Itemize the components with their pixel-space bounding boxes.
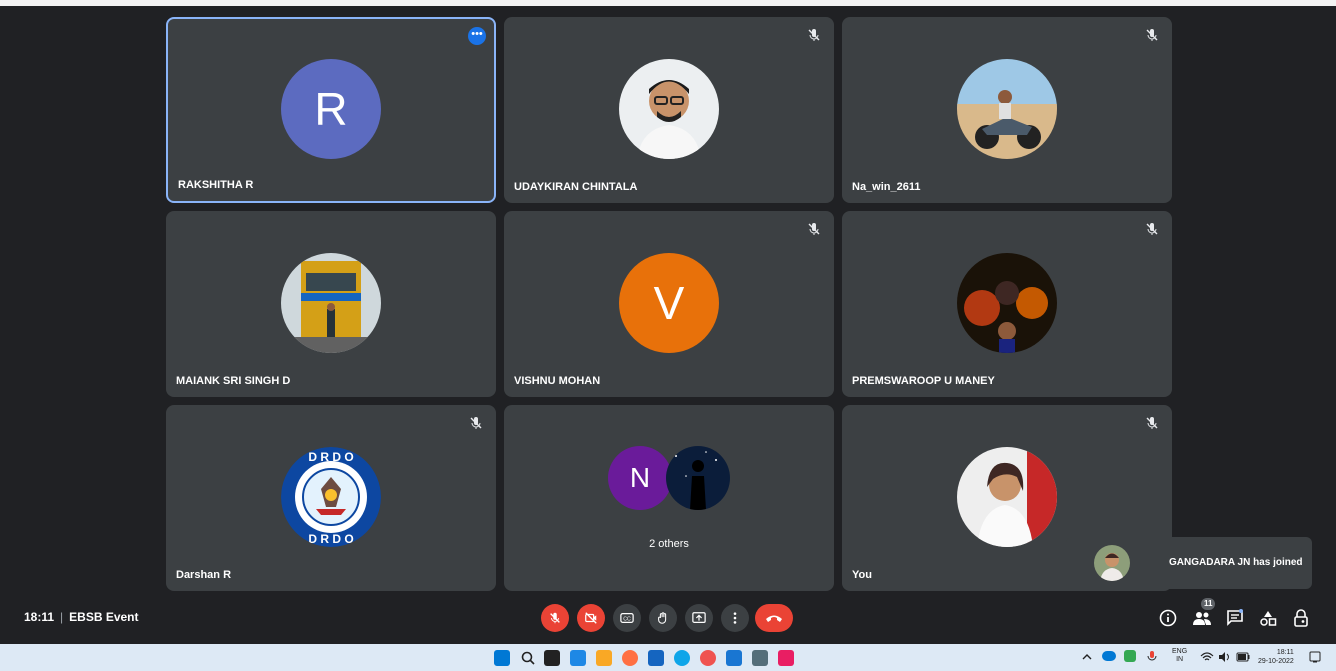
widgets-icon[interactable] (570, 650, 586, 666)
activities-icon (1260, 611, 1277, 626)
participant-name: VISHNU MOHAN (514, 375, 601, 387)
mic-icon[interactable] (1146, 650, 1158, 662)
windows-taskbar: ENG IN 18:11 29-10-2022 (0, 644, 1336, 671)
join-notification: GANGADARA JN has joined (1066, 537, 1312, 589)
participant-name: Na_win_2611 (852, 181, 921, 193)
phone-hangup-icon (766, 615, 782, 622)
chat-button[interactable] (1223, 606, 1247, 630)
avatar (619, 59, 719, 159)
activities-button[interactable] (1256, 606, 1280, 630)
participant-tile-premswaroop[interactable]: PREMSWAROOP U MANEY (842, 211, 1172, 397)
participant-name: Darshan R (176, 569, 232, 581)
chevron-up-icon[interactable] (1082, 652, 1092, 662)
people-icon (1193, 612, 1211, 625)
lock-person-icon (1294, 609, 1308, 627)
present-icon (692, 612, 706, 623)
avatar: R (281, 59, 381, 159)
battery-icon[interactable] (1236, 652, 1250, 662)
svg-text:D R D O: D R D O (308, 450, 353, 464)
participant-name: PREMSWAROOP U MANEY (852, 375, 995, 387)
avatar (281, 253, 381, 353)
meeting-time: 18:11 (24, 610, 55, 624)
separator: | (60, 610, 64, 624)
more-vertical-icon (733, 612, 737, 624)
word-icon[interactable] (726, 650, 742, 666)
info-icon (1159, 609, 1177, 627)
language-indicator[interactable]: ENG IN (1172, 648, 1187, 664)
participant-name: UDAYKIRAN CHINTALA (514, 181, 638, 193)
mic-off-icon (1146, 223, 1158, 235)
windows-start-icon[interactable] (494, 650, 510, 666)
calculator-icon[interactable] (752, 650, 768, 666)
svg-text:D R D O: D R D O (308, 532, 353, 546)
camera-off-icon (585, 612, 597, 624)
avatar (1094, 545, 1130, 581)
notifications-icon[interactable] (1308, 650, 1322, 664)
app-icon[interactable] (778, 650, 794, 666)
meeting-info: 18:11 | EBSB Event (24, 610, 139, 624)
participant-tile-udaykiran[interactable]: UDAYKIRAN CHINTALA (504, 17, 834, 203)
avatar (957, 447, 1057, 547)
people-button[interactable]: 11 (1190, 598, 1216, 630)
drdo-logo: D R D O D R D O (281, 447, 381, 547)
avatar: V (619, 253, 719, 353)
avatar: N (608, 446, 672, 510)
captions-button[interactable]: CC (613, 604, 641, 632)
meeting-control-bar: 18:11 | EBSB Event CC 11 (0, 594, 1336, 644)
participant-tile-na-win[interactable]: Na_win_2611 (842, 17, 1172, 203)
mic-off-icon (808, 29, 820, 41)
host-controls-button[interactable] (1289, 606, 1313, 630)
mic-off-icon (1146, 417, 1158, 429)
meeting-title: EBSB Event (69, 610, 139, 624)
chat-icon (1227, 609, 1243, 626)
participant-tile-darshan[interactable]: D R D O D R D O Darshan R (166, 405, 496, 591)
captions-icon: CC (620, 613, 634, 623)
mic-off-icon (550, 612, 560, 624)
participant-tile-vishnu[interactable]: V VISHNU MOHAN (504, 211, 834, 397)
join-message: GANGADARA JN has joined (1169, 557, 1303, 568)
participant-tile-maiank[interactable]: MAIANK SRI SINGH D (166, 211, 496, 397)
volume-icon[interactable] (1218, 651, 1232, 663)
avatar (666, 446, 730, 510)
present-button[interactable] (685, 604, 713, 632)
mic-off-icon (1146, 29, 1158, 41)
edge-icon[interactable] (674, 650, 690, 666)
more-options-icon[interactable]: ••• (468, 27, 486, 45)
mail-icon[interactable] (648, 650, 664, 666)
firefox-icon[interactable] (622, 650, 638, 666)
avatar (957, 59, 1057, 159)
microphone-button[interactable] (541, 604, 569, 632)
leave-call-button[interactable] (755, 604, 793, 632)
camera-button[interactable] (577, 604, 605, 632)
participant-tile-others[interactable]: N 2 others (504, 405, 834, 591)
task-view-icon[interactable] (544, 650, 560, 666)
avatar (957, 253, 1057, 353)
participant-name: RAKSHITHA R (178, 179, 254, 191)
raise-hand-button[interactable] (649, 604, 677, 632)
svg-text:CC: CC (623, 617, 631, 623)
participant-name: You (852, 569, 872, 581)
wifi-icon[interactable] (1200, 651, 1214, 663)
meeting-details-button[interactable] (1156, 606, 1180, 630)
hand-icon (658, 612, 667, 624)
system-clock[interactable]: 18:11 29-10-2022 (1258, 648, 1294, 666)
people-count-badge: 11 (1201, 598, 1216, 610)
more-options-button[interactable] (721, 604, 749, 632)
file-explorer-icon[interactable] (596, 650, 612, 666)
participant-name: MAIANK SRI SINGH D (176, 375, 291, 387)
drive-icon[interactable] (1124, 650, 1136, 662)
search-icon[interactable] (520, 650, 536, 666)
mic-off-icon (470, 417, 482, 429)
chrome-icon[interactable] (700, 650, 716, 666)
participant-tile-rakshitha[interactable]: R ••• RAKSHITHA R (166, 17, 496, 203)
onedrive-icon[interactable] (1102, 651, 1116, 661)
others-label: 2 others (649, 538, 689, 550)
browser-top-strip (0, 0, 1336, 6)
mic-off-icon (808, 223, 820, 235)
